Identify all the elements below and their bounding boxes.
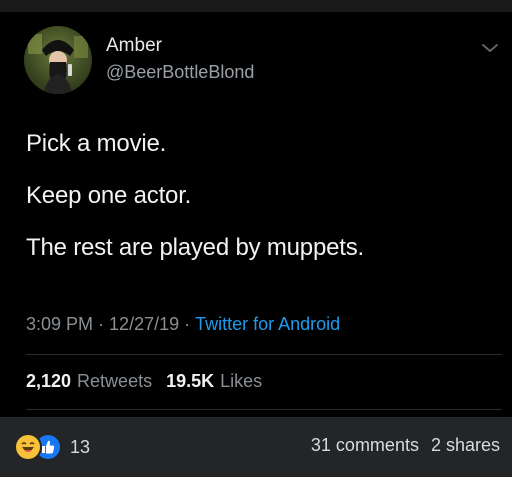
haha-reaction-icon — [14, 433, 42, 461]
chevron-down-icon[interactable] — [479, 40, 501, 56]
engagement-counts: 31 comments 2 shares — [311, 435, 500, 456]
tweet-card: Amber @BeerBottleBlond Pick a movie. Kee… — [0, 12, 512, 417]
tweet-text-line: Keep one actor. — [26, 182, 192, 209]
tweet-date: 12/27/19 — [109, 314, 180, 334]
tweet-text-line: Pick a movie. — [26, 130, 167, 157]
comments-count[interactable]: 31 comments — [311, 435, 419, 456]
divider — [26, 354, 502, 355]
reaction-summary[interactable]: 13 — [14, 433, 90, 461]
tweet-text-line: The rest are played by muppets. — [26, 234, 364, 261]
tweet-stats: 2,120 Retweets 19.5K Likes — [26, 371, 262, 392]
divider — [26, 409, 502, 410]
tweet-meta: 3:09 PM · 12/27/19 · Twitter for Android — [26, 314, 340, 335]
retweets-label[interactable]: Retweets — [77, 371, 152, 392]
user-handle[interactable]: @BeerBottleBlond — [106, 62, 254, 83]
top-strip — [0, 0, 512, 12]
reaction-count: 13 — [70, 436, 91, 457]
retweets-count[interactable]: 2,120 — [26, 371, 71, 392]
meta-separator: · — [179, 314, 196, 334]
user-avatar-icon[interactable] — [24, 26, 92, 94]
likes-count[interactable]: 19.5K — [166, 371, 214, 392]
tweet-source-link[interactable]: Twitter for Android — [195, 314, 340, 335]
meta-separator: · — [93, 314, 110, 334]
tweet-time: 3:09 PM — [26, 314, 94, 334]
shares-count[interactable]: 2 shares — [431, 435, 500, 456]
facebook-engagement-bar: 13 31 comments 2 shares — [0, 417, 512, 477]
display-name[interactable]: Amber — [106, 35, 162, 57]
likes-label[interactable]: Likes — [220, 371, 262, 392]
